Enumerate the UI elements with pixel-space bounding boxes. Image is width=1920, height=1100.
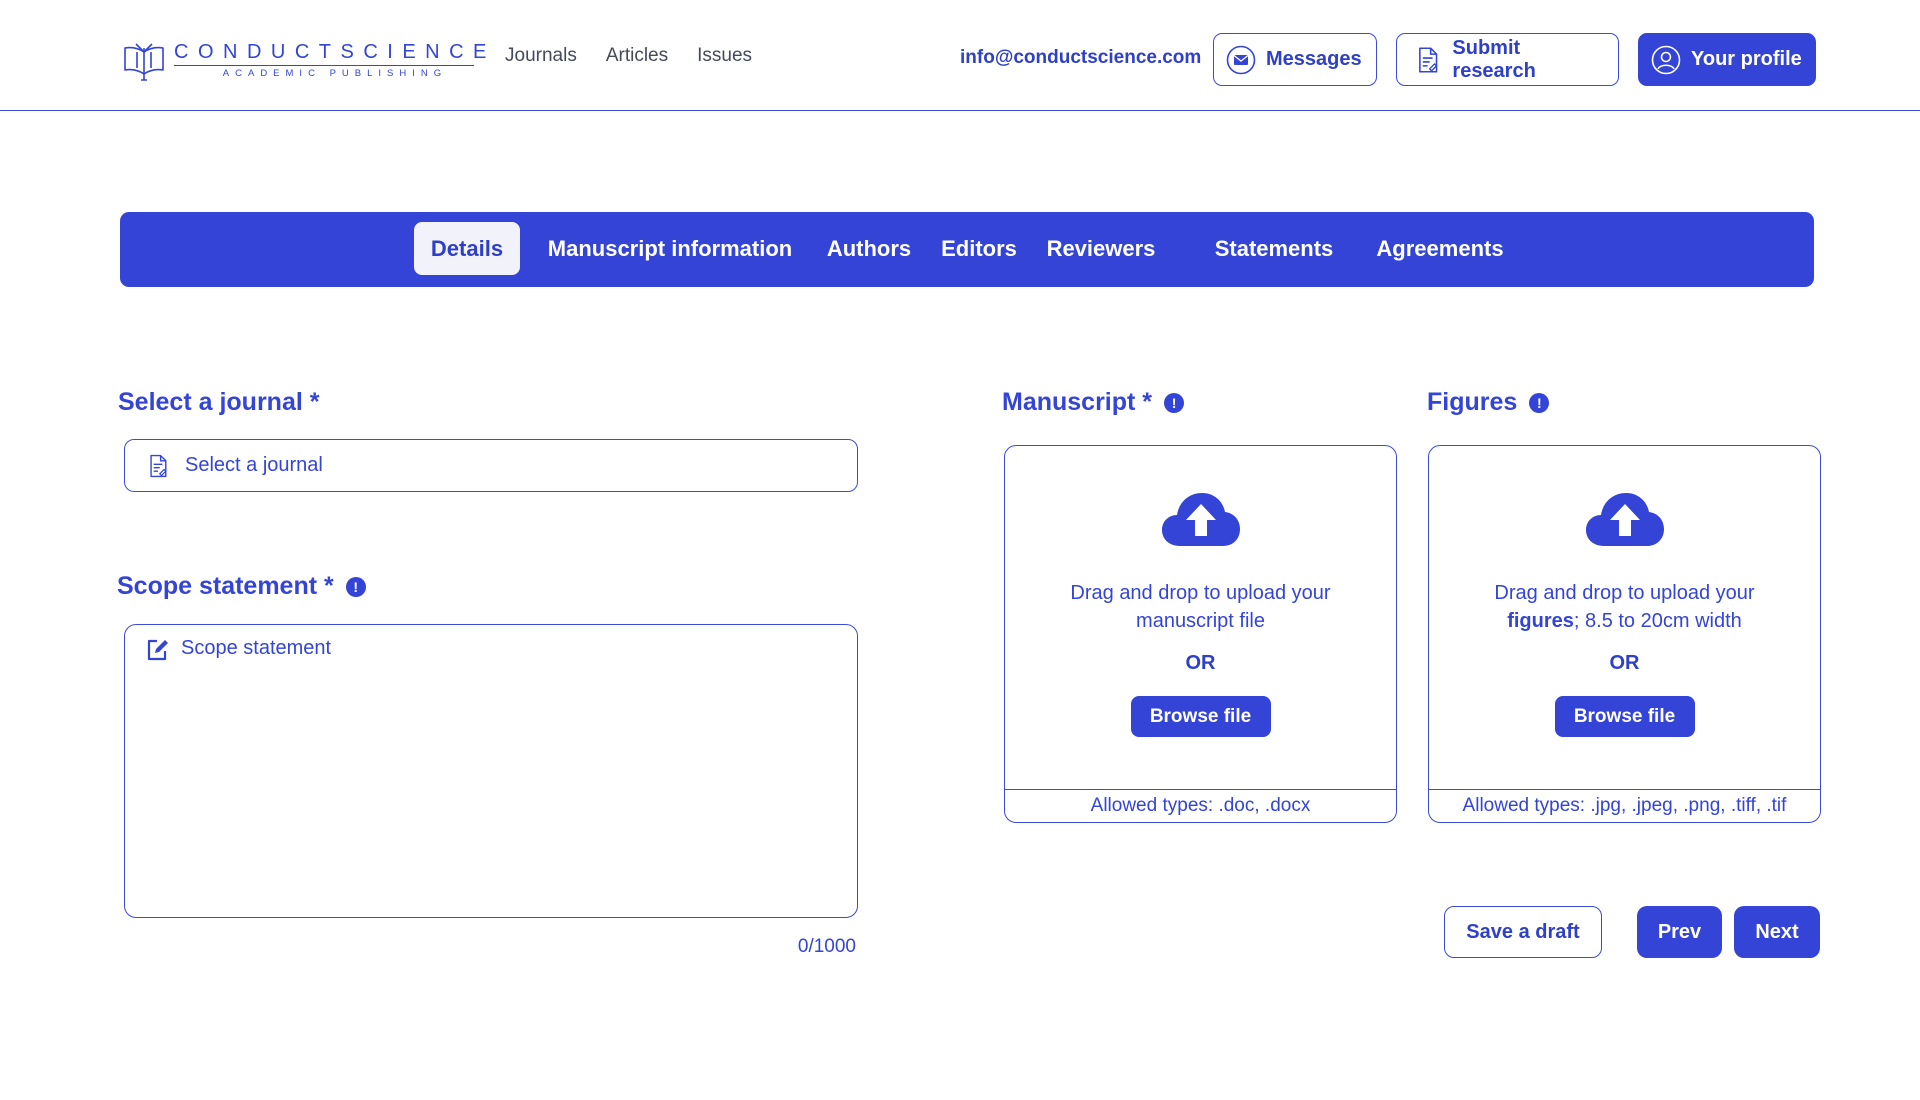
journal-select[interactable]: Select a journal [124,439,858,492]
tab-statements[interactable]: Statements [1210,222,1338,275]
manuscript-drop-text: Drag and drop to upload your manuscript … [1070,582,1331,632]
figures-drop-text-pre: Drag and drop to upload your [1494,582,1755,604]
tab-agreements[interactable]: Agreements [1370,222,1510,275]
manuscript-or-text: OR [1185,652,1216,674]
scope-label: Scope statement * ! [117,572,366,601]
journal-select-placeholder: Select a journal [185,454,323,476]
document-icon [150,454,167,477]
contact-email-link[interactable]: info@conductscience.com [960,47,1201,69]
tab-editors[interactable]: Editors [935,222,1023,275]
cloud-upload-icon [1585,493,1664,546]
scope-statement-placeholder: Scope statement [181,637,332,659]
book-logo-icon [124,43,164,81]
figures-browse-button[interactable]: Browse file [1554,696,1695,737]
brand-subtitle: ACADEMIC PUBLISHING [222,68,448,79]
figures-drop-text-bold: figures [1507,610,1574,632]
cloud-upload-icon [1161,493,1240,546]
info-icon[interactable]: ! [1529,392,1550,413]
save-draft-button[interactable]: Save a draft [1444,906,1602,958]
your-profile-button[interactable]: Your profile [1638,33,1816,86]
brand-name: CONDUCTSCIENCE [174,41,496,63]
manuscript-allowed-types: Allowed types: .doc, .docx [1005,789,1396,822]
figures-drop-text-post: ; 8.5 to 20cm width [1573,610,1742,632]
tab-manuscript-information[interactable]: Manuscript information [540,222,800,275]
messages-button[interactable]: Messages [1213,33,1377,86]
user-icon [1651,45,1681,74]
submit-research-button[interactable]: Submit research [1396,33,1619,86]
figures-dropzone[interactable]: Drag and drop to upload your figures; 8.… [1428,445,1821,823]
scope-label-text: Scope statement * [117,572,334,600]
manuscript-browse-button[interactable]: Browse file [1130,696,1271,737]
manuscript-label-text: Manuscript * [1002,388,1153,416]
manuscript-dropzone[interactable]: Drag and drop to upload your manuscript … [1004,445,1397,823]
journal-label-text: Select a journal * [118,388,320,416]
prev-button[interactable]: Prev [1637,906,1722,958]
your-profile-label: Your profile [1691,48,1802,70]
top-header: CONDUCTSCIENCE ACADEMIC PUBLISHING Journ… [0,0,1920,111]
scope-char-counter: 0/1000 [797,936,856,957]
messages-label: Messages [1266,48,1362,70]
figures-or-text: OR [1609,652,1640,674]
edit-icon [147,639,168,661]
nav-articles[interactable]: Articles [606,45,668,67]
brand-underline [174,65,474,66]
envelope-icon [1226,45,1256,74]
manuscript-label: Manuscript * ! [1002,388,1185,417]
tab-authors[interactable]: Authors [820,222,918,275]
submission-tab-bar: Details Manuscript information Authors E… [120,212,1814,287]
nav-issues[interactable]: Issues [697,45,752,67]
info-icon[interactable]: ! [345,576,366,597]
info-icon[interactable]: ! [1164,392,1185,413]
document-icon [1419,46,1438,73]
journal-label: Select a journal * [118,388,319,417]
figures-label-text: Figures [1427,388,1518,416]
next-button[interactable]: Next [1734,906,1820,958]
nav-journals[interactable]: Journals [505,45,577,67]
brand-logo[interactable]: CONDUCTSCIENCE ACADEMIC PUBLISHING [122,38,496,82]
figures-label: Figures ! [1427,388,1550,417]
tab-reviewers[interactable]: Reviewers [1040,222,1162,275]
figures-allowed-types: Allowed types: .jpg, .jpeg, .png, .tiff,… [1429,789,1820,822]
main-nav: Journals Articles Issues [505,45,752,67]
scope-statement-textarea[interactable]: Scope statement [124,624,858,918]
figures-drop-text: Drag and drop to upload your figures; 8.… [1449,579,1800,635]
tab-details[interactable]: Details [414,222,520,275]
submit-research-label: Submit research [1452,36,1536,82]
